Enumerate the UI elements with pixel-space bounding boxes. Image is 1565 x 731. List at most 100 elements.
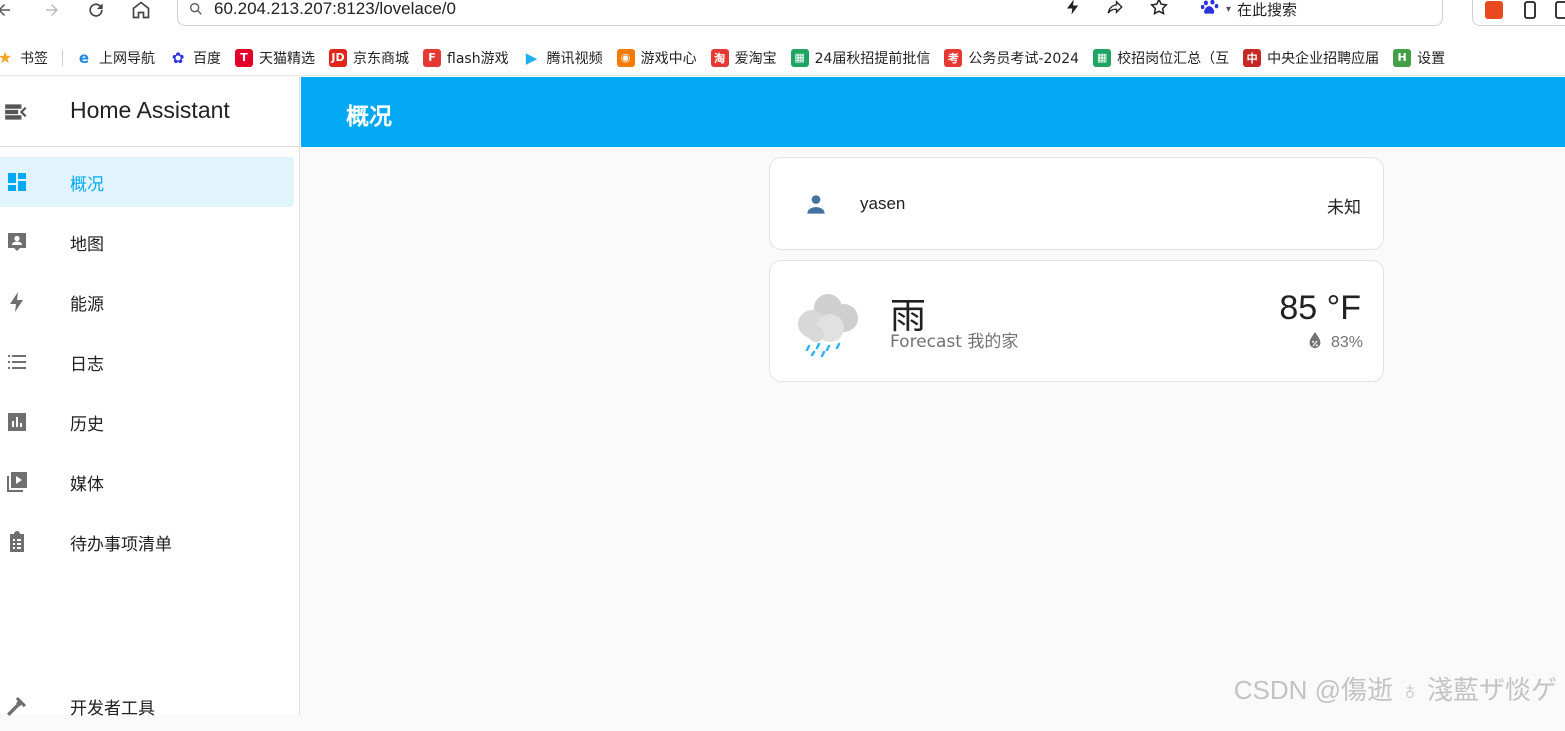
lightning-icon bbox=[4, 289, 30, 315]
app-title: Home Assistant bbox=[70, 97, 230, 123]
sidebar-item-label: 概况 bbox=[70, 174, 104, 195]
map-person-icon bbox=[4, 229, 30, 255]
baidu-paw-icon: ✿ bbox=[171, 48, 185, 67]
hammer-icon bbox=[4, 693, 30, 719]
bookmark-item[interactable]: 中中央企业招聘应届 bbox=[1243, 40, 1380, 75]
star-icon: ★ bbox=[0, 48, 14, 67]
sidebar-item-label: 媒体 bbox=[70, 474, 104, 495]
person-state: 未知 bbox=[1327, 198, 1361, 218]
bookmark-label: 腾讯视频 bbox=[546, 50, 603, 67]
sidebar-item-4[interactable]: 日志 bbox=[0, 337, 294, 387]
bookmark-label: flash游戏 bbox=[447, 50, 509, 67]
person-entity-card[interactable]: yasen 未知 bbox=[769, 157, 1384, 250]
media-icon bbox=[4, 469, 30, 495]
bookmark-item[interactable]: H 设置 bbox=[1393, 40, 1446, 75]
bookmark-label: 书签 bbox=[20, 50, 48, 67]
settings-h-icon: H bbox=[1393, 48, 1412, 67]
search-icon bbox=[188, 1, 204, 21]
person-name: yasen bbox=[860, 194, 906, 213]
soe-icon: 中 bbox=[1243, 48, 1262, 67]
bookmark-label: 京东商城 bbox=[353, 50, 409, 67]
jd-icon: JD bbox=[329, 48, 347, 67]
bookmark-item[interactable]: ▦ 校招岗位汇总（互 bbox=[1093, 40, 1230, 75]
bookmark-item[interactable]: ★ 书签 bbox=[0, 40, 48, 75]
browser-toolbar: 60.204.213.207:8123/lovelace/0 ▾ 在此搜索 bbox=[0, 0, 1565, 40]
bookmark-label: 上网导航 bbox=[99, 50, 155, 67]
view-title[interactable]: 概况 bbox=[346, 97, 392, 131]
sidebar: Home Assistant 概况 地图 能源 日志 历史 媒体 待办事项清单 开发者工具 bbox=[0, 77, 300, 719]
sheet-icon: ▦ bbox=[790, 48, 809, 67]
pdf-extension-icon[interactable] bbox=[1485, 1, 1503, 19]
bookmark-label: 天猫精选 bbox=[259, 50, 315, 67]
phone-icon[interactable] bbox=[1523, 1, 1537, 23]
bookmark-label: 中央企业招聘应届 bbox=[1267, 50, 1380, 67]
bookmark-item[interactable]: ◉ 游戏中心 bbox=[616, 40, 697, 75]
taobao-icon: 淘 bbox=[710, 48, 729, 67]
sidebar-item-label: 日志 bbox=[70, 354, 104, 375]
bookmark-item[interactable]: 考公务员考试-2024 bbox=[944, 40, 1080, 75]
water-percent-icon bbox=[1307, 331, 1323, 354]
sidebar-item-label: 历史 bbox=[70, 414, 104, 435]
bookmark-label: 游戏中心 bbox=[640, 50, 697, 67]
humidity: 83% bbox=[1307, 331, 1363, 354]
bookmark-label: 24届秋招提前批信 bbox=[814, 50, 931, 67]
exam-icon: 考 bbox=[944, 48, 963, 67]
extensions-area bbox=[1472, 0, 1565, 26]
bookmark-item[interactable]: Fflash游戏 bbox=[423, 40, 509, 75]
weather-forecast-card[interactable]: 雨 Forecast 我的家 85 °F 83% bbox=[769, 260, 1384, 382]
watermark: CSDN @傷逝 ♁ 淺藍ザ惔ゲ bbox=[1233, 675, 1557, 705]
home-icon[interactable] bbox=[127, 0, 155, 24]
sidebar-item-label: 能源 bbox=[70, 294, 104, 315]
tmall-icon: T bbox=[235, 48, 253, 67]
sidebar-item-6[interactable]: 媒体 bbox=[0, 457, 294, 507]
chart-bar-icon bbox=[4, 409, 30, 435]
temperature: 85 °F bbox=[1279, 289, 1361, 327]
share-icon[interactable] bbox=[1104, 0, 1126, 18]
bookmark-item[interactable]: ▶ 腾讯视频 bbox=[523, 40, 603, 75]
sidebar-item-developer-tools[interactable]: 开发者工具 bbox=[0, 681, 294, 731]
bookmark-item[interactable]: T 天猫精选 bbox=[235, 40, 315, 75]
url-text[interactable]: 60.204.213.207:8123/lovelace/0 bbox=[214, 0, 456, 19]
sidebar-item-5[interactable]: 历史 bbox=[0, 397, 294, 447]
play-icon: ▶ bbox=[525, 48, 538, 67]
bookmark-item[interactable]: JD 京东商城 bbox=[329, 40, 409, 75]
bookmark-label: 爱淘宝 bbox=[734, 50, 777, 67]
menu-open-icon[interactable] bbox=[3, 99, 29, 125]
ie-icon: e bbox=[78, 48, 90, 67]
bookmark-label: 公务员考试-2024 bbox=[968, 50, 1080, 67]
bookmark-label: 设置 bbox=[1417, 50, 1446, 67]
lightning-icon[interactable] bbox=[1062, 0, 1084, 18]
dashboard-icon bbox=[4, 169, 30, 195]
search-engine[interactable]: ▾ 在此搜索 bbox=[1200, 0, 1297, 20]
humidity-value: 83% bbox=[1330, 333, 1363, 351]
bookmark-item[interactable]: ▦ 24届秋招提前批信 bbox=[790, 40, 931, 75]
sidebar-item-7[interactable]: 待办事项清单 bbox=[0, 517, 294, 567]
sidebar-item-1[interactable]: 概况 bbox=[0, 157, 294, 207]
forward-icon[interactable] bbox=[38, 0, 66, 24]
forecast-name: Forecast 我的家 bbox=[890, 332, 1019, 352]
sheet-icon: ▦ bbox=[1093, 48, 1112, 67]
sidebar-item-label: 待办事项清单 bbox=[70, 534, 172, 555]
flash-icon: F bbox=[423, 48, 441, 67]
sidebar-item-label: 地图 bbox=[70, 234, 104, 255]
rainy-cloud-icon bbox=[794, 288, 866, 360]
sidebar-header: Home Assistant bbox=[0, 77, 299, 147]
back-icon[interactable] bbox=[0, 0, 18, 24]
list-icon bbox=[4, 349, 30, 375]
bookmark-item[interactable]: ✿ 百度 bbox=[169, 40, 221, 75]
bookmark-item[interactable]: 淘爱淘宝 bbox=[710, 40, 777, 75]
bookmark-label: 校招岗位汇总（互 bbox=[1117, 50, 1230, 67]
gamepad-icon: ◉ bbox=[616, 48, 635, 67]
search-placeholder: 在此搜索 bbox=[1237, 0, 1298, 19]
app-header: 概况 bbox=[301, 77, 1565, 147]
sidebar-item-2[interactable]: 地图 bbox=[0, 217, 294, 267]
baidu-paw-icon bbox=[1200, 0, 1220, 20]
clipboard-list-icon bbox=[4, 529, 30, 555]
sidebar-item-3[interactable]: 能源 bbox=[0, 277, 294, 327]
star-outline-icon[interactable] bbox=[1148, 0, 1170, 18]
chevron-down-icon: ▾ bbox=[1226, 3, 1232, 15]
bookmark-label: 百度 bbox=[193, 50, 221, 67]
reload-icon[interactable] bbox=[82, 0, 110, 24]
more-icon[interactable] bbox=[1555, 1, 1565, 23]
bookmark-item[interactable]: e 上网导航 bbox=[75, 40, 155, 75]
